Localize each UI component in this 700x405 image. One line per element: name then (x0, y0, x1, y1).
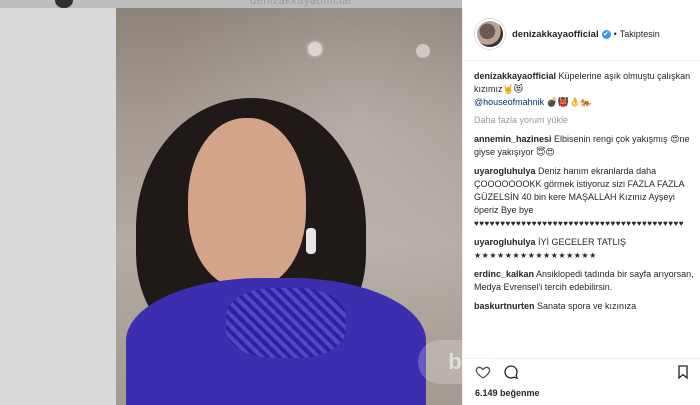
comment-item: erdinc_kalkan Ansiklopedi tadında bir sa… (474, 268, 696, 294)
comment-item: annemin_hazinesi Elbisenin rengi çok yak… (474, 133, 696, 159)
watermark-logo: b (418, 340, 492, 384)
comment-text: İYİ GECELER TATLIŞ (535, 237, 627, 247)
comment-item: uyarogluhulya Deniz hanım ekranlarda dah… (474, 165, 696, 230)
comment-button[interactable] (503, 364, 519, 380)
comment-hearts: ♥♥♥♥♥♥♥♥♥♥♥♥♥♥♥♥♥♥♥♥♥♥♥♥♥♥♥♥♥♥♥♥♥♥♥♥♥♥♥♥ (474, 219, 684, 228)
header-username[interactable]: denizakkayaofficial (512, 29, 599, 40)
caption-username[interactable]: denizakkayaofficial (474, 71, 556, 81)
background-top-strip (0, 0, 462, 8)
comment-stars: ★★★★★★★★★★★★★★★★ (474, 251, 597, 260)
comment-username[interactable]: erdinc_kalkan (474, 269, 534, 279)
photo-lace (226, 288, 346, 358)
comment-item: baskurtnurten Sanata spora ve kızınıza (474, 300, 696, 313)
comment-username[interactable]: baskurtnurten (474, 301, 535, 311)
bookmark-icon (678, 364, 688, 379)
caption-emoji: 💣👹👌🐅 (544, 97, 592, 107)
comment-item: uyarogluhulya İYİ GECELER TATLIŞ ★★★★★★★… (474, 236, 696, 262)
photo-earring (306, 228, 316, 254)
photo-face (188, 118, 306, 288)
follow-status-button[interactable]: Takiptesin (620, 29, 660, 39)
likes-count[interactable]: 6.149 beğenme (475, 388, 540, 398)
comment-username[interactable]: uyarogluhulya (474, 237, 536, 247)
background-header-text: denizakkayaofficial (250, 0, 352, 7)
post-header: denizakkayaofficial ✔ • Takiptesin (463, 8, 700, 61)
header-separator: • (613, 29, 617, 39)
avatar[interactable] (475, 19, 505, 49)
caption: denizakkayaofficial Küpelerine aşık olmu… (474, 70, 696, 109)
comment-username[interactable]: uyarogluhulya (474, 166, 536, 176)
comment-icon (504, 364, 518, 379)
post-photo[interactable] (116, 8, 462, 405)
ceiling-light (308, 42, 322, 56)
background-left-panel (0, 0, 116, 405)
load-more-comments-link[interactable]: Daha fazla yorum yükle (474, 115, 696, 125)
ceiling-light-2 (416, 44, 430, 58)
comment-username[interactable]: annemin_hazinesi (474, 134, 552, 144)
verified-icon: ✔ (601, 29, 611, 39)
caption-mention-link[interactable]: @houseofmahnik (474, 97, 544, 107)
post-sidebar: denizakkayaofficial ✔ • Takiptesin deniz… (462, 8, 700, 405)
comment-text: Sanata spora ve kızınıza (534, 301, 637, 311)
background-logo (55, 0, 73, 8)
comments-list: denizakkayaofficial Küpelerine aşık olmu… (474, 70, 696, 319)
action-bar (463, 358, 700, 384)
save-button[interactable] (675, 364, 691, 380)
